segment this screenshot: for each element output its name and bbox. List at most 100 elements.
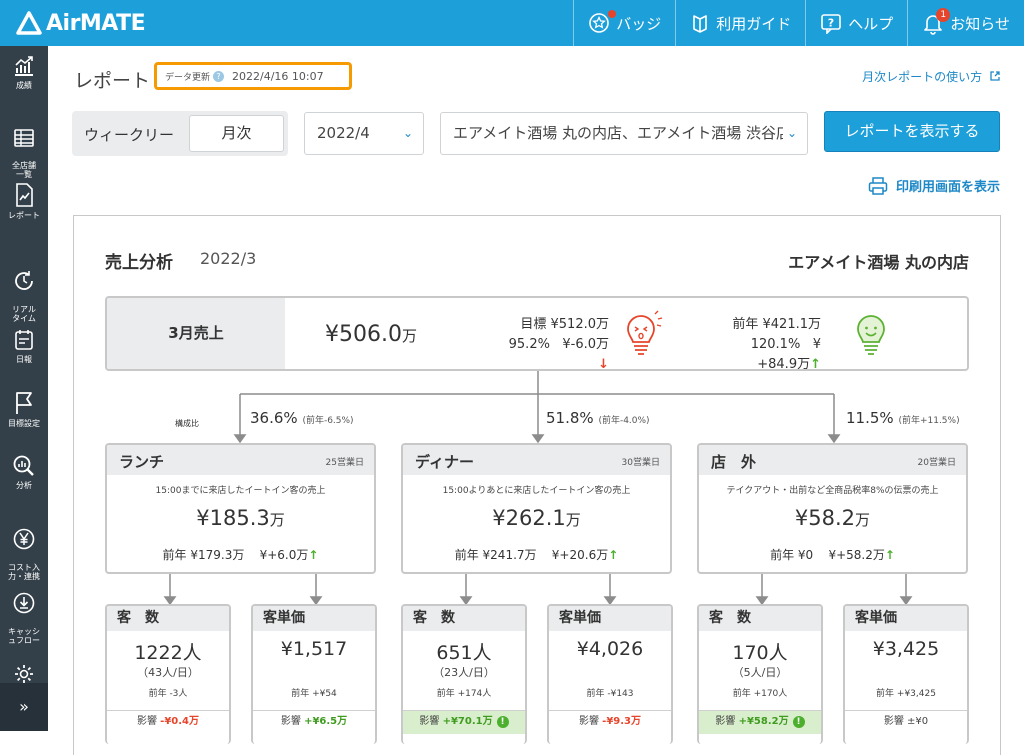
help-nav-item[interactable]: ? ヘルプ	[805, 0, 907, 46]
metric-value: 170人	[732, 642, 788, 664]
sales-analysis-card: 売上分析 2022/3 エアメイト酒場 丸の内店 3月売上 ¥506.0万 目標…	[73, 215, 1001, 755]
impact-label: 影響	[419, 716, 440, 727]
segment-amount: ¥58.2	[794, 506, 856, 530]
impact-label: 影響	[280, 716, 301, 727]
share-note: (前年-6.5%)	[302, 416, 354, 426]
month-select[interactable]: 2022/4 ⌄	[304, 112, 424, 155]
top-bar: AirMATE バッジ 利用ガイド ? ヘルプ 1 お知らせ	[0, 0, 1024, 46]
notice-nav-item[interactable]: 1 お知らせ	[907, 0, 1024, 46]
impact-label: 影響	[883, 716, 904, 727]
sidebar-item-label: 分析	[16, 481, 32, 490]
metric-impact: 影響 +¥58.2万!	[699, 710, 821, 734]
sidebar-item-report[interactable]: レポート	[0, 182, 48, 220]
flag-icon	[16, 392, 32, 414]
sidebar-item-cost[interactable]: コスト入 力・連携	[0, 518, 48, 581]
metric-sub: （43人/日）	[137, 666, 199, 679]
chart-up-icon	[15, 56, 33, 76]
store-select-value: エアメイト酒場 丸の内店、エアメイト酒場 渋谷店	[453, 124, 792, 142]
dinner-share: 51.8% (前年-4.0%)	[546, 409, 650, 427]
exclamation-icon: !	[792, 716, 805, 728]
metric-sub: （5人/日）	[732, 666, 788, 679]
segment-description: テイクアウト・出前など全商品税率8%の伝票の売上	[726, 486, 939, 496]
share-value: 51.8%	[546, 409, 594, 427]
badge-nav-item[interactable]: バッジ	[573, 0, 675, 46]
metric-name: 客 数	[699, 606, 821, 631]
metric-lunch-unit-price[interactable]: 客単価 ¥1,517 前年 +¥54 影響 +¥6.5万	[251, 604, 377, 744]
segment-name: 店 外	[711, 453, 757, 471]
external-link-icon	[990, 71, 1000, 81]
metric-name: 客 数	[403, 606, 525, 631]
metric-value: ¥3,425	[872, 638, 940, 660]
metric-sub: （23人/日）	[433, 666, 495, 679]
airmate-logo-icon	[16, 11, 42, 35]
metric-prev: 前年 +¥3,425	[876, 689, 936, 699]
segment-name: ランチ	[119, 453, 165, 471]
sidebar-expand-button[interactable]: »	[0, 683, 48, 731]
arrow-up-icon: ↑	[308, 548, 319, 562]
monthly-tab[interactable]: 月次	[189, 115, 284, 152]
unit-label: 万	[565, 511, 581, 529]
metric-value: ¥1,517	[280, 638, 348, 660]
sidebar-item-analysis[interactable]: 分析	[0, 454, 48, 490]
sidebar-item-realtime[interactable]: リアル タイム	[0, 260, 48, 323]
guide-link-text: 月次レポートの使い方	[862, 70, 983, 84]
metric-lunch-customers[interactable]: 客 数 1222人 （43人/日） 前年 -3人 影響 -¥0.4万	[105, 604, 231, 744]
weekly-tab[interactable]: ウィークリー	[84, 124, 174, 145]
segment-value: ¥262.1万	[403, 506, 670, 530]
data-update-time: 2022/4/16 10:07	[232, 69, 324, 83]
metric-prev: 前年 +¥54	[291, 689, 337, 699]
sidebar-item-all-stores[interactable]: 全店舗 一覧	[0, 118, 48, 179]
segment-prev: 前年 ¥241.7万	[454, 548, 537, 562]
print-view-link[interactable]: 印刷用画面を表示	[868, 176, 1000, 195]
share-note: (前年-4.0%)	[598, 416, 650, 426]
impact-label: 影響	[715, 716, 736, 727]
sidebar-item-cashflow[interactable]: キャッシ ュフロー	[0, 582, 48, 645]
daily-note-icon	[15, 330, 33, 350]
metric-value: 651人	[436, 642, 492, 664]
sidebar-item-goal[interactable]: 目標設定	[0, 390, 48, 428]
guide-nav-item[interactable]: 利用ガイド	[675, 0, 805, 46]
sidebar-item-performance[interactable]: 成績	[0, 54, 48, 90]
segment-dinner[interactable]: ディナー 30営業日 15:00よりあとに来店したイートイン客の売上 ¥262.1…	[401, 443, 672, 574]
exclamation-icon: !	[496, 716, 509, 728]
metric-name: 客単価	[253, 606, 375, 631]
airmate-logo[interactable]: AirMATE	[16, 9, 146, 37]
sidebar-item-label: 全店舗 一覧	[12, 161, 36, 179]
segment-days: 20営業日	[917, 458, 956, 468]
segment-comparison: 前年 ¥241.7万 ¥+20.6万↑	[403, 546, 670, 563]
metric-impact: 影響 -¥0.4万	[107, 710, 229, 734]
metric-impact: 影響 +¥70.1万!	[403, 710, 525, 734]
report-icon	[16, 183, 33, 207]
chevron-down-icon: ⌄	[782, 113, 797, 154]
segment-lunch[interactable]: ランチ 25営業日 15:00までに来店したイートイン客の売上 ¥185.3万 前…	[105, 443, 376, 574]
metric-dinner-unit-price[interactable]: 客単価 ¥4,026 前年 -¥143 影響 -¥9.3万	[547, 604, 673, 744]
segment-diff: ¥+6.0万	[259, 548, 309, 562]
help-icon: ?	[821, 14, 842, 34]
store-select[interactable]: エアメイト酒場 丸の内店、エアメイト酒場 渋谷店 ⌄	[440, 112, 808, 155]
share-value: 11.5%	[846, 409, 894, 427]
impact-value: ±¥0	[907, 716, 929, 727]
data-update-label: データ更新	[165, 72, 211, 83]
segment-value: ¥185.3万	[107, 506, 374, 530]
segment-prev: 前年 ¥179.3万	[162, 548, 245, 562]
impact-value: -¥9.3万	[602, 716, 641, 727]
impact-value: -¥0.4万	[160, 716, 199, 727]
metric-impact: 影響 -¥9.3万	[549, 710, 671, 734]
metric-dinner-customers[interactable]: 客 数 651人 （23人/日） 前年 +174人 影響 +¥70.1万!	[401, 604, 527, 744]
segment-amount: ¥185.3	[196, 506, 270, 530]
segment-amount: ¥262.1	[492, 506, 566, 530]
composition-label: 構成比	[175, 419, 199, 428]
metric-outside-unit-price[interactable]: 客単価 ¥3,425 前年 +¥3,425 影響 ±¥0	[843, 604, 969, 744]
metric-outside-customers[interactable]: 客 数 170人 （5人/日） 前年 +170人 影響 +¥58.2万!	[697, 604, 823, 744]
metric-name: 客単価	[549, 606, 671, 631]
question-icon[interactable]: ?	[213, 70, 225, 82]
sidebar: 成績 全店舗 一覧 レポート リアル タイム 日報 目標設定 分析 コスト入 力…	[0, 46, 48, 731]
monthly-report-guide-link[interactable]: 月次レポートの使い方	[862, 68, 1000, 85]
print-link-text: 印刷用画面を表示	[895, 180, 1000, 195]
segment-outside[interactable]: 店 外 20営業日 テイクアウト・出前など全商品税率8%の伝票の売上 ¥58.2万…	[697, 443, 968, 574]
sidebar-item-daily[interactable]: 日報	[0, 328, 48, 364]
double-chevron-right-icon: »	[19, 697, 29, 716]
arrow-up-icon: ↑	[608, 548, 619, 562]
show-report-button[interactable]: レポートを表示する	[824, 111, 1000, 152]
clock-icon	[15, 271, 33, 290]
